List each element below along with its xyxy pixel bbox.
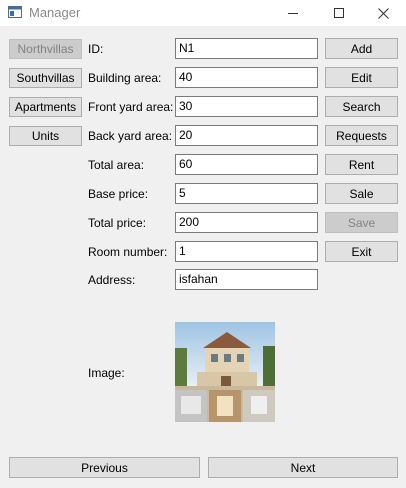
search-button[interactable]: Search [325, 96, 398, 117]
base-price-field[interactable]: 5 [175, 183, 318, 204]
room-number-label: Room number: [88, 245, 168, 259]
sidebar-item-northvillas[interactable]: Northvillas [9, 39, 82, 59]
back-yard-area-field[interactable]: 20 [175, 125, 318, 146]
sidebar-item-southvillas[interactable]: Southvillas [9, 68, 82, 88]
total-price-field[interactable]: 200 [175, 212, 318, 233]
sidebar-item-apartments[interactable]: Apartments [9, 97, 82, 117]
rent-button[interactable]: Rent [325, 154, 398, 175]
maximize-button[interactable] [316, 0, 362, 26]
id-label: ID: [88, 42, 104, 56]
minimize-icon [288, 13, 298, 14]
maximize-icon [334, 8, 344, 18]
sidebar-item-units[interactable]: Units [9, 126, 82, 146]
add-button[interactable]: Add [325, 38, 398, 59]
address-label: Address: [88, 273, 136, 287]
close-icon [377, 7, 389, 19]
requests-button[interactable]: Requests [325, 125, 398, 146]
building-area-label: Building area: [88, 71, 162, 85]
total-area-field[interactable]: 60 [175, 154, 318, 175]
front-yard-area-field[interactable]: 30 [175, 96, 318, 117]
save-button[interactable]: Save [325, 212, 398, 233]
next-button[interactable]: Next [208, 457, 398, 478]
title-bar: Manager [0, 0, 406, 26]
edit-button[interactable]: Edit [325, 67, 398, 88]
total-price-label: Total price: [88, 216, 147, 230]
previous-button[interactable]: Previous [9, 457, 200, 478]
building-area-field[interactable]: 40 [175, 67, 318, 88]
property-image[interactable] [175, 322, 275, 422]
image-label: Image: [88, 366, 125, 380]
back-yard-area-label: Back yard area: [88, 129, 173, 143]
exit-button[interactable]: Exit [325, 241, 398, 262]
window-title: Manager [29, 5, 81, 20]
sale-button[interactable]: Sale [325, 183, 398, 204]
front-yard-area-label: Front yard area: [88, 100, 174, 114]
base-price-label: Base price: [88, 187, 149, 201]
minimize-button[interactable] [270, 0, 316, 26]
room-number-field[interactable]: 1 [175, 241, 318, 262]
id-field[interactable]: N1 [175, 38, 318, 59]
app-icon [8, 6, 22, 18]
address-field[interactable]: isfahan [175, 269, 318, 290]
total-area-label: Total area: [88, 158, 145, 172]
close-button[interactable] [360, 0, 406, 26]
